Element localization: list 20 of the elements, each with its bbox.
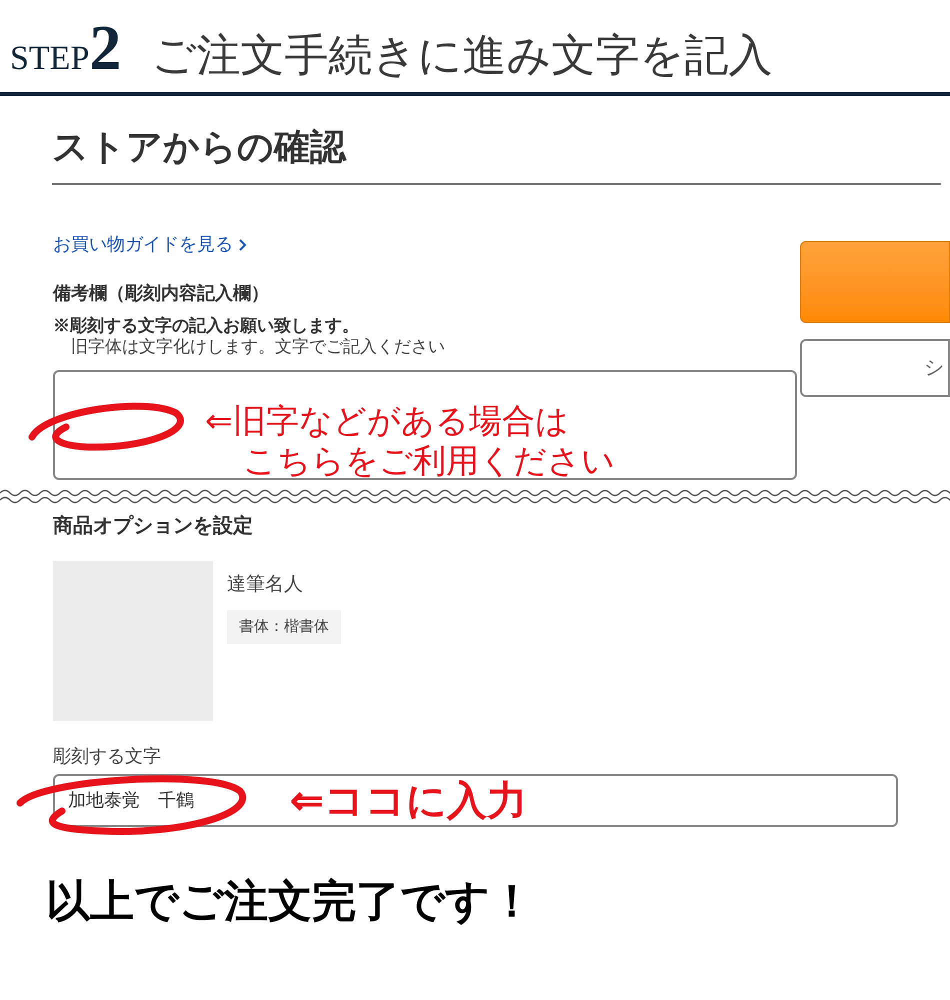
step-label: STEP (10, 42, 90, 76)
option-tag: 書体：楷書体 (227, 610, 341, 644)
step-number: 2 (89, 16, 122, 80)
engraving-field[interactable]: 加地泰覚 千鶴 ⇐ココに入力 (53, 774, 898, 827)
chevron-icon (239, 238, 247, 250)
product-name: 達筆名人 (227, 573, 304, 597)
remarks-label: 備考欄（彫刻内容記入欄） (53, 282, 270, 305)
guide-link[interactable]: お買い物ガイドを見る (53, 231, 800, 258)
section-title: ストアからの確認 (52, 125, 348, 169)
remarks-note: 旧字体は文字化けします。文字でご記入ください (70, 336, 446, 358)
annotation-text: こちらをご利用ください (242, 441, 615, 482)
side-button[interactable]: シ (800, 339, 950, 397)
annotation-text: ⇐旧字などがある場合は (205, 401, 570, 441)
engraving-label: 彫刻する文字 (53, 745, 162, 768)
remarks-field[interactable] (53, 370, 797, 480)
annotation-text: ⇐ココに入力 (290, 781, 527, 821)
closing-text: 以上でご注文完了です！ (45, 875, 535, 929)
options-title: 商品オプションを設定 (53, 514, 254, 539)
page-title: ご注文手続きに進み文字を記入 (151, 34, 772, 78)
remarks-note: ※彫刻する文字の記入お願い致します。 (53, 315, 360, 336)
